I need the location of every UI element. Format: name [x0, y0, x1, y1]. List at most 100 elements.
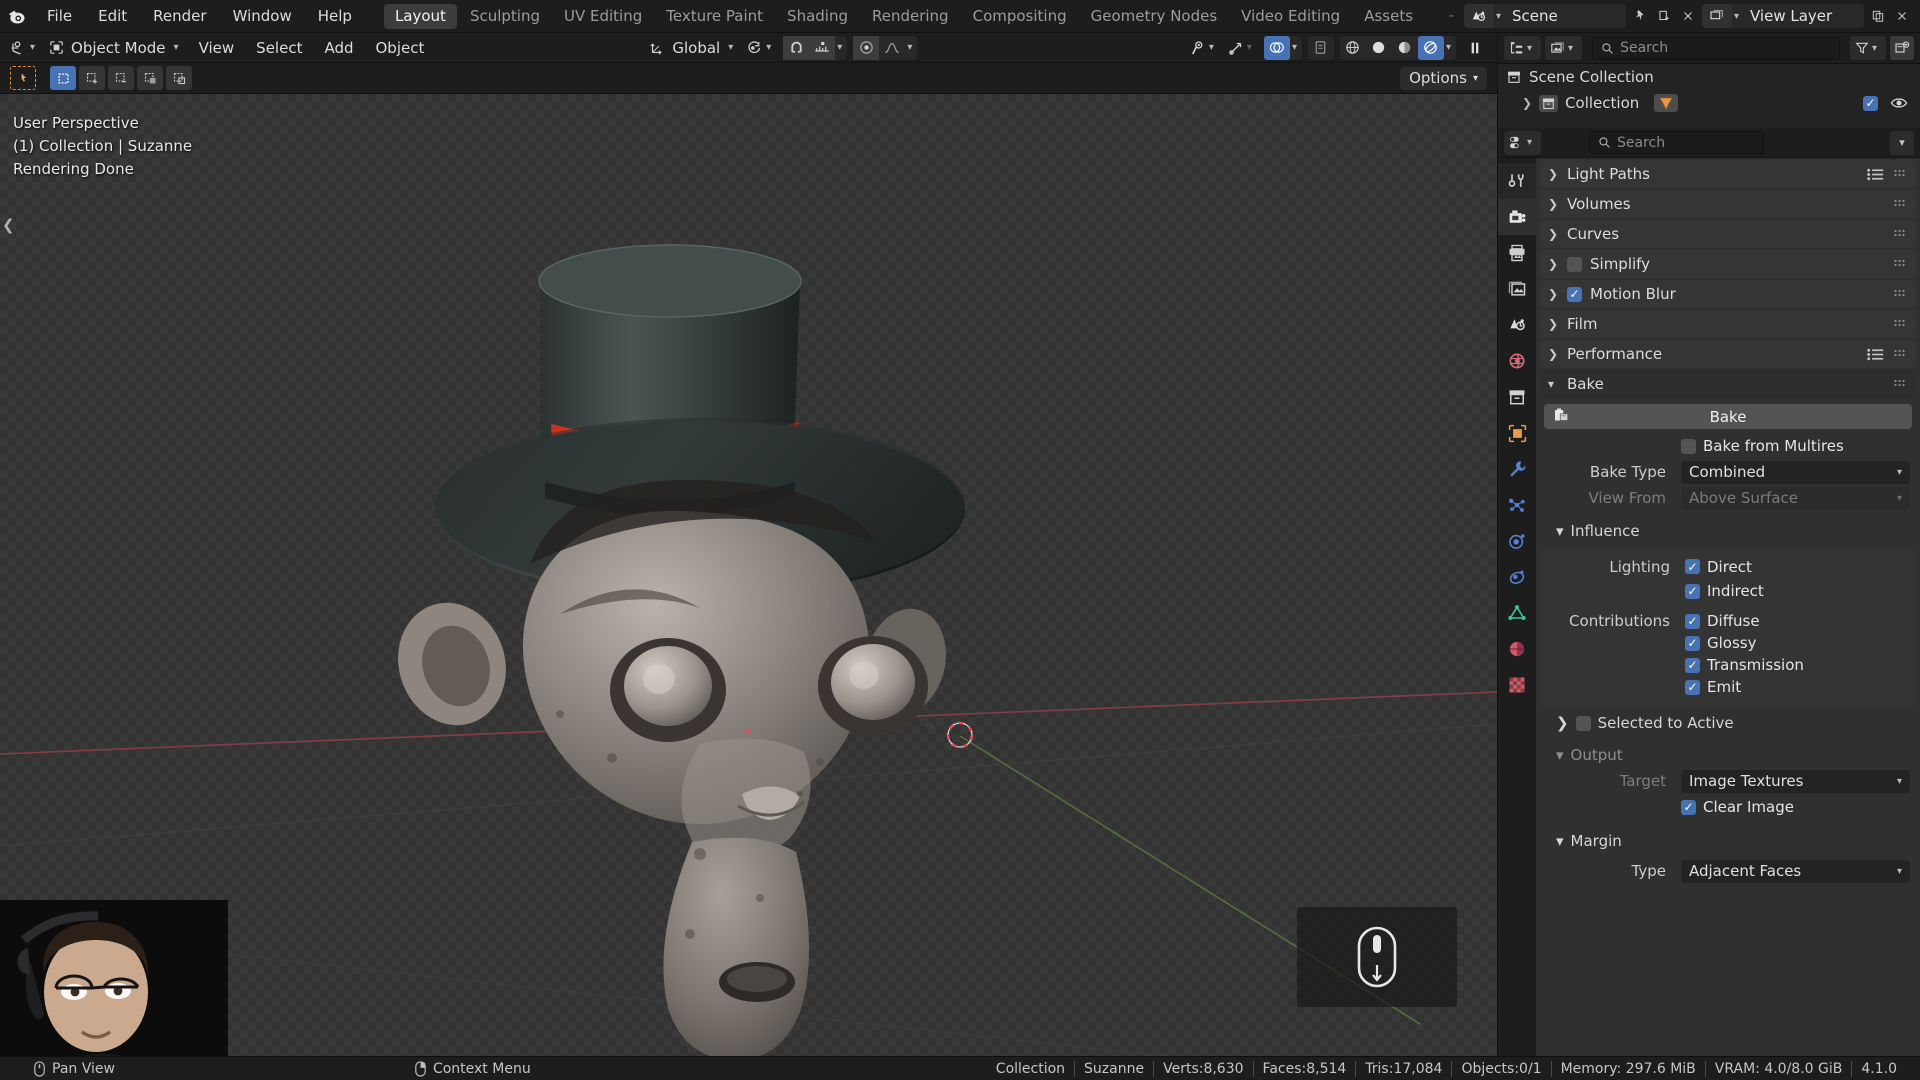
panel-grip-icon[interactable]	[1894, 169, 1908, 180]
margin-type-row[interactable]: Type Adjacent Faces ▾	[1536, 858, 1920, 884]
new-scene-icon[interactable]	[1652, 4, 1676, 28]
viewport-menu-view[interactable]: View	[188, 36, 246, 60]
menu-help[interactable]: Help	[305, 0, 365, 33]
panel-curves[interactable]: ❯ Curves	[1540, 220, 1916, 248]
select-mode-invert-icon[interactable]	[137, 66, 163, 90]
properties-panel-list[interactable]: ❯ Light Paths ❯ Volumes ❯ Curves ❯ Simpl…	[1536, 158, 1920, 1060]
view-layer-name[interactable]: View Layer	[1744, 7, 1864, 25]
contributions-diffuse-row[interactable]: Contributions ✓ Diffuse	[1540, 610, 1916, 632]
viewport-menu-object[interactable]: Object	[365, 36, 436, 60]
remove-viewlayer-x-icon[interactable]	[1890, 4, 1914, 28]
panel-grip-icon[interactable]	[1894, 199, 1908, 210]
shading-solid-icon[interactable]	[1366, 36, 1392, 60]
visibility-dropdown[interactable]: ▾	[1185, 36, 1223, 60]
motion-blur-checkbox[interactable]: ✓	[1567, 286, 1582, 302]
filter-id-type-icon[interactable]: ▾	[1545, 36, 1583, 60]
panel-grip-icon[interactable]	[1894, 229, 1908, 240]
subpanel-margin[interactable]: ▾ Margin	[1536, 828, 1920, 854]
subpanel-influence[interactable]: ▾ Influence	[1536, 518, 1920, 544]
viewport-menu-select[interactable]: Select	[245, 36, 313, 60]
xray-toggle-icon[interactable]	[1308, 36, 1334, 60]
workspace-tab-shading[interactable]: Shading	[776, 4, 859, 29]
menu-edit[interactable]: Edit	[85, 0, 140, 33]
panel-grip-icon[interactable]	[1894, 319, 1908, 330]
view-layer-selector[interactable]: ▾ View Layer	[1701, 4, 1864, 28]
falloff-smooth-icon[interactable]	[879, 36, 905, 60]
bake-from-multires-checkbox[interactable]	[1681, 438, 1696, 454]
panel-film[interactable]: ❯ Film	[1540, 310, 1916, 338]
outliner-row-scene-collection[interactable]: Scene Collection	[1498, 64, 1920, 90]
properties-tab-world[interactable]	[1498, 343, 1536, 379]
transform-orientation-dropdown[interactable]: Global ▾	[645, 36, 742, 60]
panel-motion-blur[interactable]: ❯ ✓ Motion Blur	[1540, 280, 1916, 308]
3d-viewport[interactable]: ❮ User Perspective (1) Collection | Suza…	[0, 94, 1497, 1060]
clear-image-row[interactable]: ✓ Clear Image	[1536, 794, 1920, 820]
contributions-transmission-row[interactable]: ✓ Transmission	[1540, 654, 1916, 676]
chevron-right-icon[interactable]: ❯	[1522, 96, 1532, 110]
properties-tab-physics[interactable]	[1498, 523, 1536, 559]
menu-window[interactable]: Window	[220, 0, 305, 33]
pivot-point-dropdown[interactable]: ▾	[742, 36, 780, 60]
select-mode-intersect-icon[interactable]	[166, 66, 192, 90]
subpanel-selected-to-active[interactable]: ❯ Selected to Active	[1536, 710, 1920, 736]
editor-type-3dview-icon[interactable]: ▾	[6, 36, 44, 60]
workspace-tab-layout[interactable]: Layout	[383, 3, 457, 29]
outliner-row-collection[interactable]: ❯ Collection ✓	[1498, 90, 1920, 116]
panel-grip-icon[interactable]	[1894, 379, 1908, 390]
lighting-direct-row[interactable]: Lighting ✓ Direct	[1540, 553, 1916, 580]
workspace-tab-uv-editing[interactable]: UV Editing	[553, 4, 653, 29]
shading-rendered-icon[interactable]	[1417, 35, 1444, 60]
workspace-tab-rendering[interactable]: Rendering	[861, 4, 960, 29]
select-box-tool-icon[interactable]	[10, 66, 36, 90]
chevron-down-icon[interactable]: ▾	[1444, 42, 1456, 53]
viewport-options-button[interactable]: Options ▾	[1400, 66, 1487, 90]
properties-search-input[interactable]: Search	[1589, 131, 1765, 154]
properties-tab-scene[interactable]	[1498, 307, 1536, 343]
pin-icon[interactable]	[1628, 4, 1652, 28]
panel-performance[interactable]: ❯ Performance	[1540, 340, 1916, 368]
properties-tab-particles[interactable]	[1498, 487, 1536, 523]
filter-funnel-icon[interactable]: ▾	[1849, 36, 1886, 60]
viewport-menu-add[interactable]: Add	[313, 36, 364, 60]
scene-name[interactable]: Scene	[1506, 7, 1626, 25]
bake-type-dropdown[interactable]: Combined ▾	[1681, 460, 1910, 484]
shading-material-icon[interactable]	[1392, 36, 1418, 60]
menu-render[interactable]: Render	[140, 0, 219, 33]
preset-list-icon[interactable]	[1867, 348, 1884, 361]
outliner-display-mode-icon[interactable]: ▾	[1504, 36, 1542, 60]
panel-grip-icon[interactable]	[1894, 349, 1908, 360]
contributions-glossy-checkbox[interactable]: ✓	[1685, 635, 1700, 651]
subpanel-output[interactable]: ▾ Output	[1536, 742, 1920, 768]
properties-tab-modifiers[interactable]	[1498, 451, 1536, 487]
select-mode-extend-icon[interactable]	[79, 66, 105, 90]
proportional-edit-icon[interactable]	[853, 35, 880, 60]
panel-volumes[interactable]: ❯ Volumes	[1540, 190, 1916, 218]
new-collection-icon[interactable]	[1890, 36, 1914, 60]
gizmo-toggle[interactable]: ▾	[1223, 36, 1261, 60]
properties-tab-object[interactable]	[1498, 415, 1536, 451]
properties-tab-collection[interactable]	[1498, 379, 1536, 415]
mesh-data-icon[interactable]	[1654, 94, 1679, 112]
panel-bake[interactable]: ▾ Bake	[1540, 370, 1916, 398]
outliner-search-input[interactable]: Search	[1592, 36, 1840, 60]
collection-checkbox[interactable]: ✓	[1863, 95, 1878, 111]
simplify-checkbox[interactable]	[1567, 256, 1582, 272]
properties-tab-material[interactable]	[1498, 631, 1536, 667]
copy-viewlayer-icon[interactable]	[1866, 4, 1890, 28]
object-mode-dropdown[interactable]: Object Mode ▾	[44, 36, 188, 60]
margin-type-dropdown[interactable]: Adjacent Faces ▾	[1681, 859, 1910, 883]
chevron-down-icon[interactable]: ▾	[1290, 42, 1302, 53]
lighting-indirect-row[interactable]: ✓ Indirect	[1540, 580, 1916, 602]
output-target-dropdown[interactable]: Image Textures ▾	[1681, 769, 1910, 793]
contributions-transmission-checkbox[interactable]: ✓	[1685, 657, 1700, 673]
snap-increment-icon[interactable]	[809, 35, 836, 60]
select-mode-set-icon[interactable]	[50, 66, 76, 90]
properties-tab-view-layer[interactable]	[1498, 271, 1536, 307]
properties-editor-icon[interactable]: ▾	[1504, 130, 1542, 155]
panel-simplify[interactable]: ❯ Simplify	[1540, 250, 1916, 278]
panel-grip-icon[interactable]	[1894, 289, 1908, 300]
eye-icon[interactable]	[1890, 96, 1908, 110]
clear-image-checkbox[interactable]: ✓	[1681, 799, 1696, 815]
overlays-icon[interactable]	[1263, 35, 1290, 60]
blender-logo-icon[interactable]	[0, 0, 34, 33]
